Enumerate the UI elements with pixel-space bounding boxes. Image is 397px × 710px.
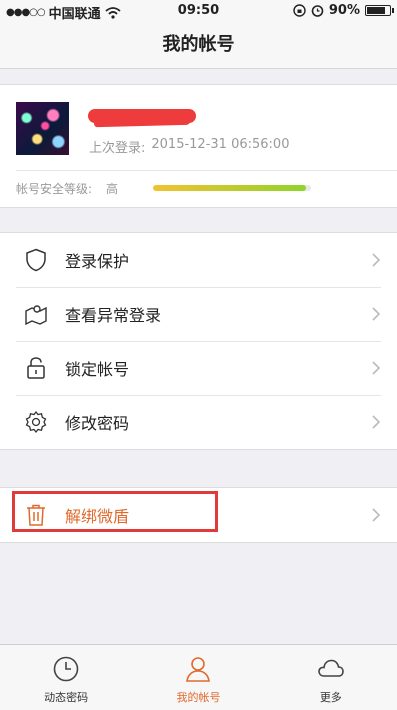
tab-label: 更多 [319,691,342,704]
security-label: 帐号安全等级: [16,182,93,196]
chevron-right-icon [372,253,381,267]
tab-dynamic-password[interactable]: 动态密码 [0,645,132,710]
security-level-value: 高 [106,182,119,196]
menu-item-lock-account[interactable]: 锁定帐号 [0,341,397,395]
last-login-label: 上次登录: [89,141,146,156]
account-menu: 登录保护 查看异常登录 锁定帐号 修改密码 [0,232,397,450]
security-level-row: 帐号安全等级: 高 [16,180,118,197]
last-login: 上次登录: 2015-12-31 06:56:00 [89,137,289,156]
highlight-annotation-box [12,491,218,532]
chevron-right-icon [372,361,381,375]
alarm-icon [311,5,324,17]
tab-label: 我的帐号 [176,691,221,704]
tab-bar: 动态密码 我的帐号 更多 [0,644,397,710]
divider [16,170,397,171]
cloud-icon [318,659,344,677]
menu-item-label: 登录保护 [65,252,130,271]
tab-label: 动态密码 [44,691,89,704]
status-bar: ●●●○○ 中国联通 09:50 90% [0,0,397,22]
chevron-right-icon [372,508,381,522]
battery-percent: 90% [328,3,360,18]
clock-icon [53,656,79,682]
menu-item-label: 查看异常登录 [65,306,162,325]
avatar[interactable] [16,102,69,155]
battery-icon [365,5,394,16]
menu-item-abnormal-login[interactable]: 查看异常登录 [0,287,397,341]
gear-icon [24,410,48,434]
status-right: 90% [293,3,394,18]
tab-more[interactable]: 更多 [265,645,397,710]
last-login-time: 2015-12-31 06:56:00 [151,137,290,152]
menu-item-label: 锁定帐号 [65,360,130,379]
menu-item-login-protection[interactable]: 登录保护 [0,233,397,287]
chevron-right-icon [372,307,381,321]
username-redacted [88,109,196,123]
chevron-right-icon [372,415,381,429]
tab-my-account[interactable]: 我的帐号 [132,645,264,710]
menu-item-label: 修改密码 [65,414,130,433]
page-title: 我的帐号 [0,22,397,69]
user-icon [186,657,211,682]
rotation-lock-icon [293,4,306,17]
security-progress-bar [153,185,311,191]
lock-icon [24,356,48,380]
shield-icon [24,248,48,272]
profile-card: 上次登录: 2015-12-31 06:56:00 帐号安全等级: 高 [0,84,397,208]
security-progress-fill [153,185,307,191]
menu-item-change-password[interactable]: 修改密码 [0,395,397,449]
map-pin-icon [24,302,48,326]
